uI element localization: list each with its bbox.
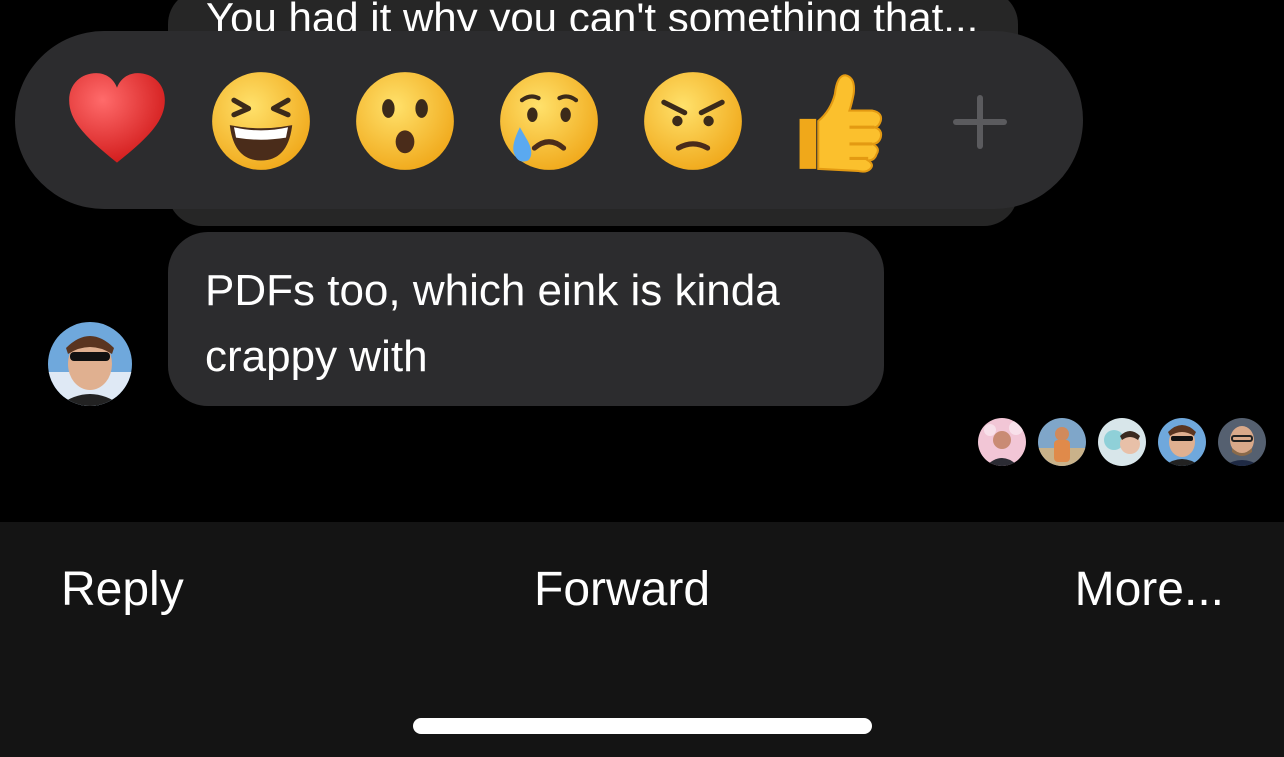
more-reactions-plus-icon[interactable] bbox=[945, 87, 1015, 157]
heart-icon bbox=[69, 73, 165, 163]
reaction-sad-button[interactable] bbox=[497, 69, 601, 173]
action-sheet: Reply Forward More... bbox=[0, 522, 1284, 757]
angry-face-icon bbox=[644, 72, 742, 170]
crying-face-icon bbox=[500, 72, 598, 170]
reaction-laugh-button[interactable] bbox=[209, 69, 313, 173]
read-receipts[interactable] bbox=[978, 418, 1266, 466]
thumbs-up-icon bbox=[799, 74, 883, 173]
read-receipt-avatar bbox=[1098, 418, 1146, 466]
reaction-surprised-button[interactable] bbox=[353, 69, 457, 173]
read-receipt-avatar bbox=[1158, 418, 1206, 466]
read-receipt-avatar bbox=[1038, 418, 1086, 466]
reaction-thumbs-up-button[interactable] bbox=[785, 69, 889, 173]
more-button[interactable]: More... bbox=[1075, 562, 1224, 617]
read-receipt-avatar bbox=[1218, 418, 1266, 466]
sender-avatar[interactable] bbox=[48, 322, 132, 406]
read-receipt-avatar bbox=[978, 418, 1026, 466]
reaction-bar bbox=[15, 31, 1083, 209]
message-bubble[interactable]: PDFs too, which eink is kinda crappy wit… bbox=[168, 232, 884, 406]
reaction-heart-button[interactable] bbox=[65, 69, 169, 173]
message-text: PDFs too, which eink is kinda crappy wit… bbox=[205, 266, 780, 381]
laughing-face-icon bbox=[212, 72, 310, 170]
forward-button[interactable]: Forward bbox=[534, 562, 710, 617]
reaction-angry-button[interactable] bbox=[641, 69, 745, 173]
home-indicator[interactable] bbox=[413, 718, 872, 734]
surprised-face-icon bbox=[356, 72, 454, 170]
reply-button[interactable]: Reply bbox=[61, 562, 184, 617]
